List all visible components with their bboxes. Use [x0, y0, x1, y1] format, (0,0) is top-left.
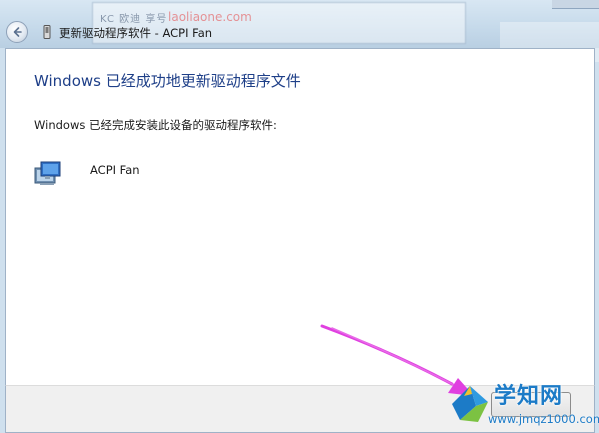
back-button[interactable]: [6, 21, 28, 43]
description-text: Windows 已经完成安装此设备的驱动程序软件:: [34, 118, 277, 132]
windows-logo-icon: [452, 386, 488, 422]
device-list-item: ACPI Fan: [32, 159, 332, 193]
device-name: ACPI Fan: [90, 163, 140, 177]
site-watermark: 学知网 www.jmqz1000.com: [442, 374, 599, 433]
watermark-url: www.jmqz1000.com: [488, 412, 599, 426]
screen: KC 欧迪 享号 laoliaone.com 更新驱动程序软件 - ACPI F…: [0, 0, 599, 433]
window-close-button-edge[interactable]: [552, 0, 599, 9]
watermark-title: 学知网: [494, 384, 564, 409]
dialog-content: Windows 已经成功地更新驱动程序文件 Windows 已经完成安装此设备的…: [5, 48, 595, 385]
device-manager-icon: [43, 25, 51, 39]
window-title: 更新驱动程序软件 - ACPI Fan: [59, 26, 213, 40]
back-arrow-icon: [13, 27, 22, 37]
monitor-device-icon: [34, 161, 61, 185]
page-heading: Windows 已经成功地更新驱动程序文件: [34, 72, 301, 90]
title-bar: 更新驱动程序软件 - ACPI Fan: [0, 18, 599, 48]
